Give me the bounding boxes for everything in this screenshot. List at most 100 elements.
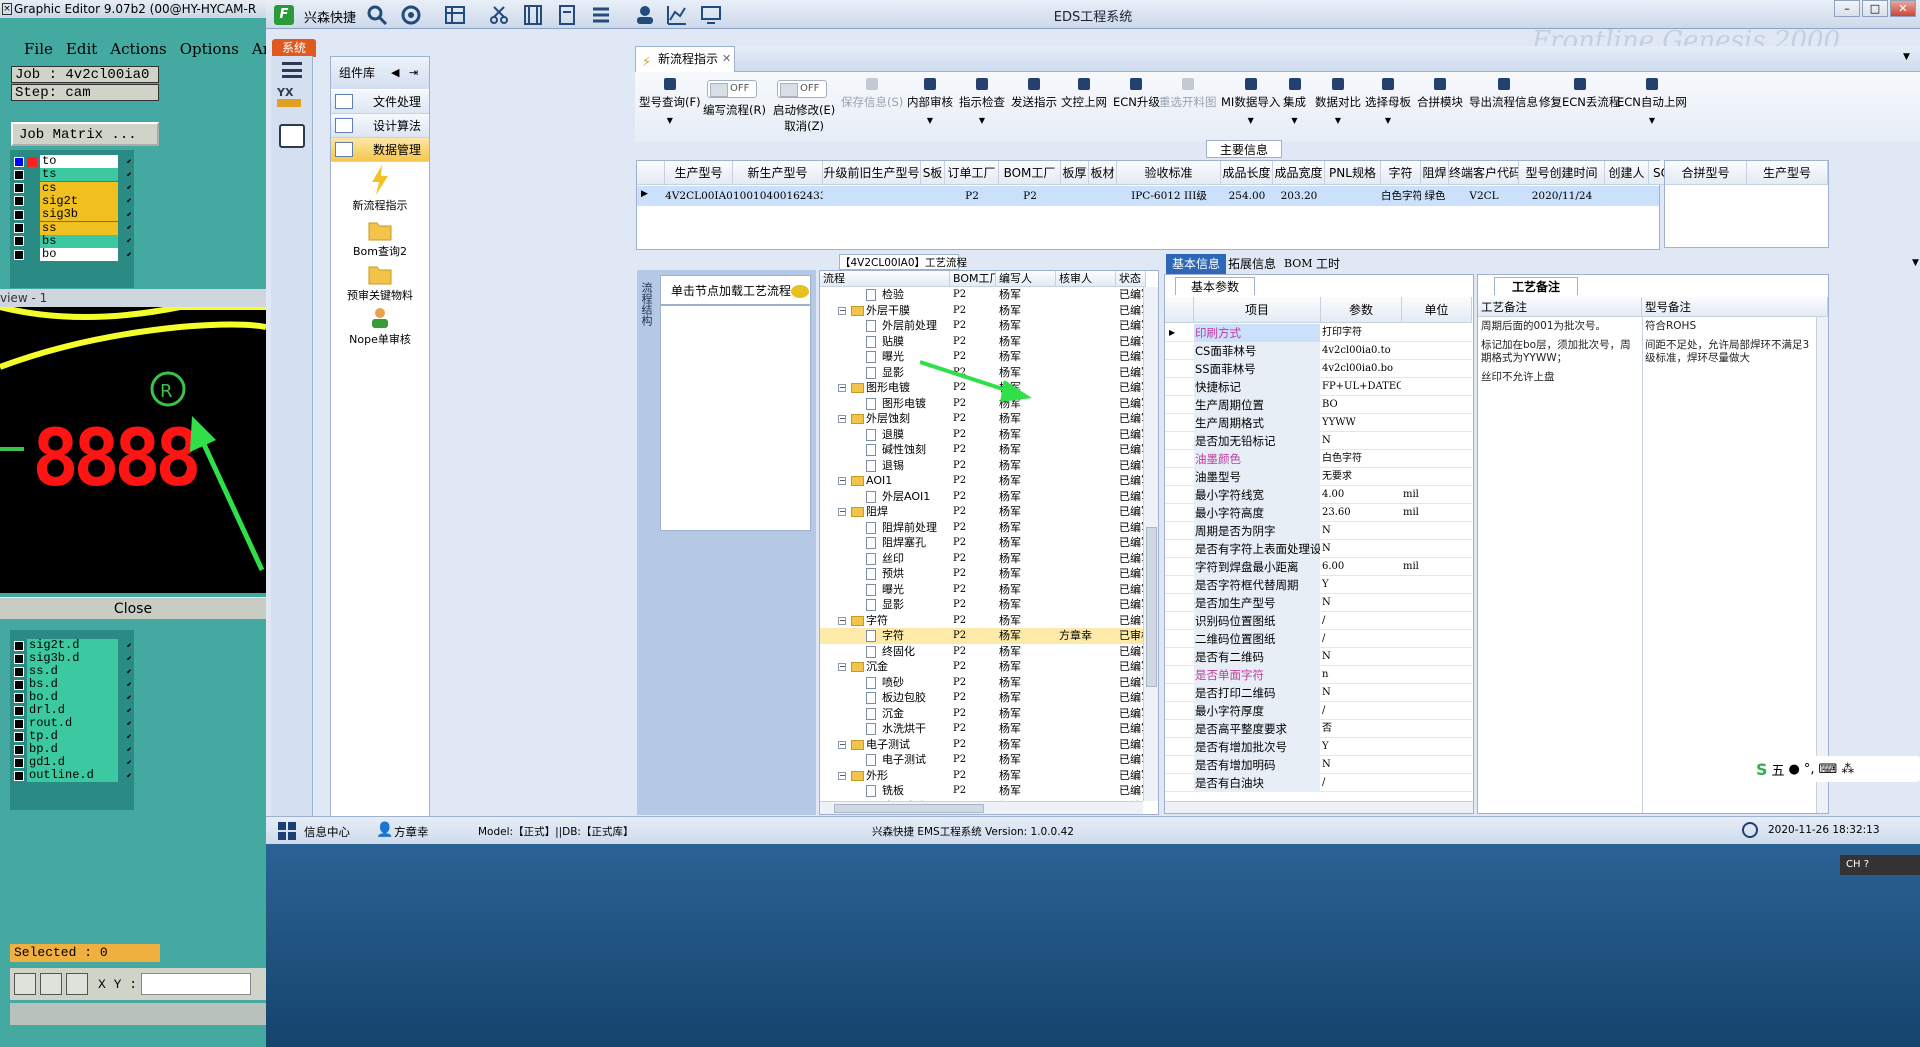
tree-header[interactable]: BOM工厂 [950, 271, 996, 287]
detail-param[interactable]: YYWW [1321, 414, 1401, 432]
detail-param[interactable]: / [1321, 630, 1401, 648]
dropdown-arrow-icon[interactable]: ▼ [1221, 116, 1280, 125]
grid-apps-icon[interactable] [278, 822, 296, 840]
tree-scroll-thumb[interactable] [1146, 527, 1157, 687]
tree-header[interactable]: 状态 [1116, 271, 1146, 287]
dropdown-arrow-icon[interactable]: ▼ [907, 116, 953, 125]
tree-row[interactable]: − 阻焊 P2 杨军 已编写 [820, 504, 1143, 520]
detail-hscrollbar[interactable] [1165, 801, 1473, 813]
tree-row[interactable]: 终固化 P2 杨军 已编写 [820, 644, 1143, 660]
detail-row[interactable]: 最小字符高度 23.60 mil [1165, 504, 1472, 522]
toolbar-btn-10[interactable]: MI数据导入 ▼ [1221, 76, 1280, 125]
collapse-left-icon[interactable]: ◀ [391, 57, 399, 89]
tree-row[interactable]: 沉金 P2 杨军 已编写 [820, 706, 1143, 722]
layer-visibility-icon[interactable] [14, 640, 24, 651]
dropdown-arrow-icon[interactable]: ▼ [1365, 116, 1411, 125]
ime-keyboard-icon[interactable]: ⌨ [1819, 762, 1838, 777]
toolbar-btn-12[interactable]: 数据对比 ▼ [1315, 76, 1361, 125]
layer-row[interactable]: bo ⬋ [14, 247, 132, 262]
tree-row[interactable]: 电子测试 P2 杨军 已编写 [820, 752, 1143, 768]
toolbar-btn-7[interactable]: 文控上网 [1061, 76, 1107, 110]
detail-param[interactable]: 23.60 [1321, 504, 1401, 522]
grid-cell[interactable]: P2 [999, 186, 1061, 206]
toolbar-btn-15[interactable]: 导出流程信息 [1469, 76, 1538, 110]
expand-toggle-icon[interactable]: − [838, 477, 846, 485]
grid-header[interactable]: 生产型号 [665, 161, 733, 185]
layer-row[interactable]: outline.d ⬋ [14, 768, 132, 783]
grid-header[interactable]: S板 [921, 161, 945, 185]
angle-tool-icon[interactable] [40, 973, 62, 995]
tab-basic-info[interactable]: 基本信息 [1166, 254, 1227, 274]
detail-param[interactable]: 白色字符 [1321, 450, 1401, 468]
dropdown-arrow-icon[interactable]: ▼ [1283, 116, 1306, 125]
toolbar-btn-14[interactable]: 合拼模块 [1417, 76, 1463, 110]
tree-row[interactable]: − AOI1 P2 杨军 已编写 [820, 473, 1143, 489]
expand-toggle-icon[interactable]: − [838, 415, 846, 423]
load-process-hint[interactable]: 单击节点加载工艺流程 [660, 275, 811, 305]
toolbar-btn-13[interactable]: 选择母板 ▼ [1365, 76, 1411, 125]
dropdown-arrow-icon[interactable]: ▼ [639, 116, 701, 125]
toolbar-btn-5[interactable]: 指示检查 ▼ [959, 76, 1005, 125]
detail-param[interactable]: N [1321, 522, 1401, 540]
detail-row[interactable]: 二维码位置图纸 / [1165, 630, 1472, 648]
tree-row[interactable]: 显影 P2 杨军 已编写 [820, 597, 1143, 613]
toolbar-btn-2[interactable]: 启动修改(E) 取消(Z) [773, 102, 835, 134]
measure-tool-icon[interactable] [14, 973, 36, 995]
tree-row[interactable]: 贴膜 P2 杨军 已编写 [820, 334, 1143, 350]
grid-cell[interactable] [1061, 186, 1089, 206]
layer-visibility-icon[interactable] [14, 770, 24, 781]
grid-cell[interactable] [921, 186, 945, 206]
detail-param[interactable]: FP+UL+DATECODE [1321, 378, 1401, 396]
tree-row[interactable]: 字符 P2 杨军 方章幸 已审核 [820, 628, 1143, 644]
grid-cell[interactable]: P2 [945, 186, 999, 206]
ime-mode-icon[interactable]: 五 [1772, 760, 1785, 779]
expand-toggle-icon[interactable]: − [838, 663, 846, 671]
grid-cell[interactable] [1605, 186, 1649, 206]
ge-menu-edit[interactable]: Edit [66, 40, 97, 58]
detail-row[interactable]: 是否有二维码 N [1165, 648, 1472, 666]
hamburger-menu-icon[interactable] [282, 62, 302, 78]
grid-cell[interactable] [1089, 186, 1117, 206]
grid-header[interactable]: 型号创建时间 [1519, 161, 1605, 185]
expand-toggle-icon[interactable]: − [838, 740, 846, 749]
tree-row[interactable]: 阻焊前处理 P2 杨军 已编写 [820, 520, 1143, 536]
grid-header[interactable]: PNL规格 [1325, 161, 1381, 185]
grid-cell[interactable]: 10010400162433 [733, 186, 823, 206]
detail-param[interactable]: / [1321, 774, 1401, 792]
detail-param[interactable]: N [1321, 432, 1401, 450]
tool-bom-query[interactable]: Bom查询2 [331, 219, 429, 259]
tree-row[interactable]: 碱性蚀刻 P2 杨军 已编写 [820, 442, 1143, 458]
tree-row[interactable]: 板边包胶 P2 杨军 已编写 [820, 690, 1143, 706]
tool-nope-review[interactable]: Nope单审核 [331, 307, 429, 347]
ge-menu-actions[interactable]: Actions [110, 40, 166, 58]
tree-header[interactable]: 编写人 [996, 271, 1056, 287]
detail-row[interactable]: CS面菲林号 4v2cl00ia0.to [1165, 342, 1472, 360]
tree-row[interactable]: 阻焊塞孔 P2 杨军 已编写 [820, 535, 1143, 551]
remarks-tab[interactable]: 工艺备注 [1494, 277, 1578, 295]
grid-tool-icon[interactable] [66, 973, 88, 995]
detail-row[interactable]: 是否加生产型号 N [1165, 594, 1472, 612]
detail-row[interactable]: 字符到焊盘最小距离 6.00 mil [1165, 558, 1472, 576]
detail-row[interactable]: 油墨型号 无要求 [1165, 468, 1472, 486]
layer-visibility-icon[interactable] [14, 718, 24, 729]
expand-toggle-icon[interactable]: − [838, 771, 846, 780]
detail-row[interactable]: 是否打印二维码 N [1165, 684, 1472, 702]
process-structure-label[interactable]: 流程结构 [639, 282, 653, 326]
detail-param[interactable]: N [1321, 756, 1401, 774]
detail-row[interactable]: 是否有增加批次号 Y [1165, 738, 1472, 756]
layer-visibility-icon[interactable] [14, 236, 24, 247]
layer-visibility-icon[interactable] [14, 731, 24, 742]
tree-row[interactable]: 预烘 P2 杨军 已编写 [820, 566, 1143, 582]
tool-preaudit-material[interactable]: 预审关键物料 [331, 263, 429, 303]
layer-visibility-icon[interactable] [14, 692, 24, 703]
detail-param[interactable]: / [1321, 702, 1401, 720]
detail-row[interactable]: 是否有白油块 / [1165, 774, 1472, 792]
grid-header[interactable]: 字符 [1381, 161, 1421, 185]
calculator-icon[interactable] [279, 124, 305, 148]
layer-visibility-icon[interactable] [14, 209, 24, 220]
ime-punct-icon[interactable]: °, [1804, 762, 1815, 777]
detail-row[interactable]: 是否有增加明码 N [1165, 756, 1472, 774]
model-remarks-text[interactable]: 符合ROHS 间距不足处，允许局部焊环不满足3级标准，焊环尽量做大 [1645, 320, 1817, 365]
toolbar-btn-8[interactable]: ECN升级 [1113, 76, 1160, 110]
expand-toggle-icon[interactable]: − [838, 508, 846, 516]
